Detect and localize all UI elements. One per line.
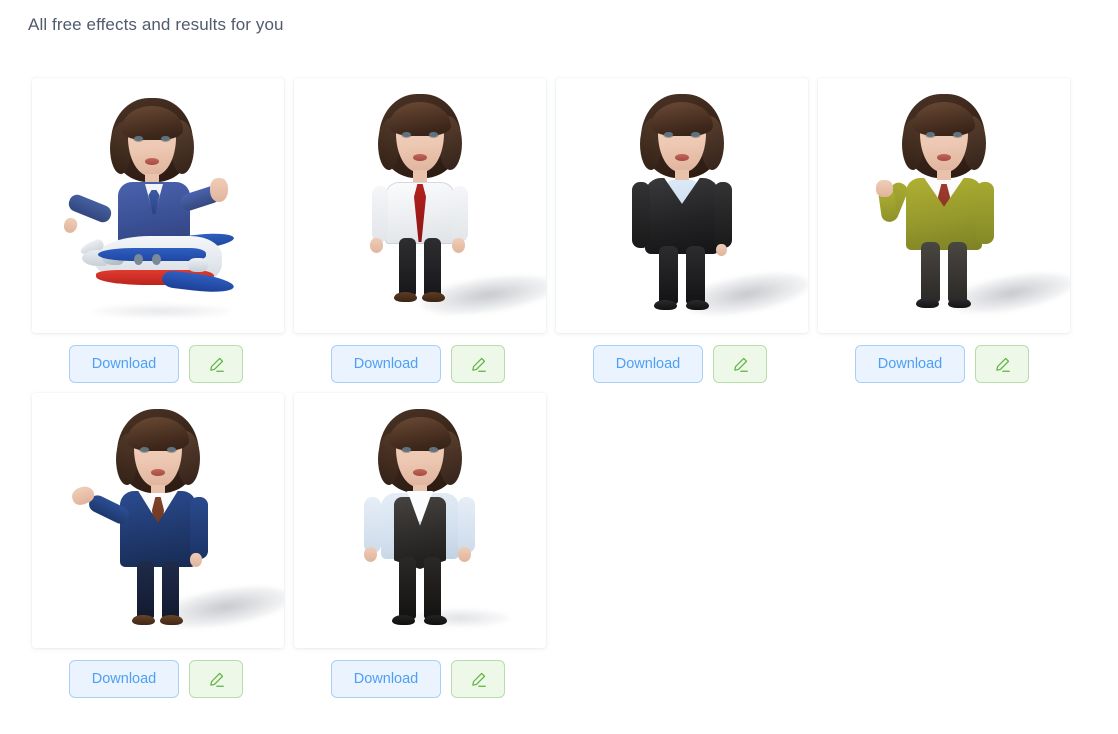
- pencil-edit-icon: [470, 356, 487, 373]
- avatar-shoe: [394, 292, 417, 302]
- result-thumbnail[interactable]: [32, 78, 284, 333]
- download-button[interactable]: Download: [331, 345, 441, 383]
- avatar-shoe: [916, 298, 939, 308]
- download-button[interactable]: Download: [69, 345, 179, 383]
- avatar-legs: [914, 242, 974, 306]
- results-page: All free effects and results for you Dow…: [0, 0, 1118, 734]
- edit-button[interactable]: [189, 660, 243, 698]
- result-card: Download: [818, 78, 1070, 383]
- edit-button[interactable]: [189, 345, 243, 383]
- avatar-shoe: [132, 615, 155, 625]
- avatar-image-pilot-plane: [32, 78, 284, 333]
- result-card: Download: [294, 78, 546, 383]
- result-thumbnail[interactable]: [818, 78, 1070, 333]
- avatar-head: [115, 407, 201, 503]
- pencil-edit-icon: [208, 356, 225, 373]
- avatar-hand-left: [370, 238, 383, 253]
- download-button[interactable]: Download: [855, 345, 965, 383]
- avatar-legs: [129, 561, 187, 623]
- pencil-edit-icon: [732, 356, 749, 373]
- avatar-arm-right: [976, 182, 994, 244]
- avatar-image-white-shirt-red-tie: [294, 78, 546, 333]
- pencil-edit-icon: [470, 671, 487, 688]
- card-actions: Download: [294, 345, 505, 383]
- card-actions: Download: [294, 660, 505, 698]
- pencil-edit-icon: [208, 671, 225, 688]
- pencil-edit-icon: [994, 356, 1011, 373]
- result-card: Download: [32, 393, 284, 698]
- card-actions: Download: [32, 345, 243, 383]
- avatar-hand-right: [190, 553, 202, 567]
- avatar-arm-left: [372, 186, 388, 242]
- avatar-arm-right: [458, 497, 475, 553]
- edit-button[interactable]: [451, 660, 505, 698]
- card-actions: Download: [556, 345, 767, 383]
- avatar-shoe: [160, 615, 183, 625]
- download-button[interactable]: Download: [331, 660, 441, 698]
- avatar-arm-left: [364, 497, 381, 553]
- avatar-shadow: [92, 304, 232, 318]
- avatar-image-olive-blazer: [818, 78, 1070, 333]
- result-card: Download: [294, 393, 546, 698]
- avatar-shoe: [392, 615, 415, 625]
- result-card: Download: [32, 78, 284, 383]
- avatar-hand-right: [458, 547, 471, 562]
- card-actions: Download: [818, 345, 1029, 383]
- download-button[interactable]: Download: [69, 660, 179, 698]
- toy-airplane: [76, 218, 244, 302]
- avatar-image-vest-shirt: [294, 393, 546, 648]
- result-card: Download: [556, 78, 808, 383]
- avatar-shoe: [424, 615, 447, 625]
- result-thumbnail[interactable]: [294, 78, 546, 333]
- avatar-arm-right: [190, 497, 208, 559]
- avatar-hand-right: [716, 244, 727, 256]
- avatar-shoe: [948, 298, 971, 308]
- avatar-image-navy-suit: [32, 393, 284, 648]
- edit-button[interactable]: [713, 345, 767, 383]
- card-actions: Download: [32, 660, 243, 698]
- avatar-head: [109, 96, 195, 192]
- avatar-hand-right: [452, 238, 465, 253]
- avatar-hand-right: [210, 178, 228, 202]
- avatar-head: [639, 92, 725, 188]
- edit-button[interactable]: [975, 345, 1029, 383]
- avatar-arm-right: [714, 182, 732, 248]
- avatar-head: [901, 92, 987, 188]
- avatar-hand-left: [364, 547, 377, 562]
- result-thumbnail[interactable]: [32, 393, 284, 648]
- avatar-legs: [391, 557, 449, 623]
- avatar-shoe: [422, 292, 445, 302]
- result-thumbnail[interactable]: [294, 393, 546, 648]
- results-grid: Download Download Download Download Down…: [32, 78, 1084, 698]
- download-button[interactable]: Download: [593, 345, 703, 383]
- page-title: All free effects and results for you: [28, 15, 284, 34]
- avatar-head: [377, 92, 463, 188]
- result-thumbnail[interactable]: [556, 78, 808, 333]
- avatar-arm-right: [452, 186, 468, 242]
- avatar-fist-left: [876, 180, 893, 197]
- edit-button[interactable]: [451, 345, 505, 383]
- avatar-shoe: [686, 300, 709, 310]
- avatar-arm-left: [632, 182, 650, 248]
- avatar-legs: [391, 238, 449, 300]
- avatar-legs: [652, 246, 712, 308]
- avatar-head: [377, 407, 463, 503]
- avatar-image-black-suit: [556, 78, 808, 333]
- avatar-shoe: [654, 300, 677, 310]
